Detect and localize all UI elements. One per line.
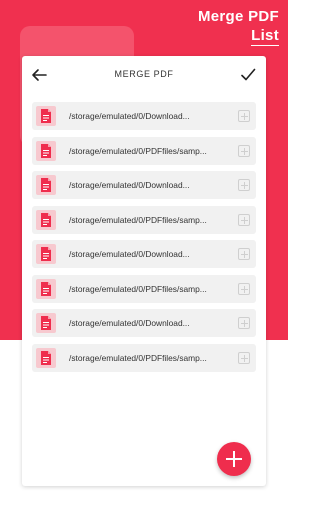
list-item[interactable]: /storage/emulated/0/Download...	[32, 309, 256, 337]
file-path: /storage/emulated/0/Download...	[69, 180, 190, 190]
file-path: /storage/emulated/0/PDFfiles/samp...	[69, 145, 207, 156]
file-path: /storage/emulated/0/Download...	[69, 318, 190, 328]
pdf-file-icon	[36, 175, 56, 195]
add-box-icon[interactable]	[238, 351, 250, 364]
add-box-icon[interactable]	[238, 110, 250, 122]
list-item[interactable]: /storage/emulated/0/PDFfiles/samp...	[32, 136, 256, 165]
pdf-file-icon	[36, 313, 56, 333]
add-box-icon[interactable]	[238, 144, 250, 157]
check-icon	[241, 68, 256, 81]
pdf-file-icon	[36, 106, 56, 126]
add-box-icon[interactable]	[238, 213, 250, 226]
page-title-line1: Merge PDF	[197, 8, 279, 25]
list-item[interactable]: /storage/emulated/0/Download...	[32, 102, 256, 130]
list-item[interactable]: /storage/emulated/0/PDFfiles/samp...	[32, 343, 256, 372]
list-item[interactable]: /storage/emulated/0/Download...	[32, 240, 256, 268]
file-path: /storage/emulated/0/PDFfiles/samp...	[69, 352, 207, 363]
file-path: /storage/emulated/0/PDFfiles/samp...	[69, 214, 207, 225]
add-box-icon[interactable]	[238, 282, 250, 295]
list-item[interactable]: /storage/emulated/0/PDFfiles/samp...	[32, 274, 256, 303]
add-box-icon[interactable]	[238, 179, 250, 191]
page-title-line2: List	[251, 27, 279, 46]
file-path: /storage/emulated/0/Download...	[69, 111, 190, 121]
file-list: /storage/emulated/0/Download... /storage/…	[32, 102, 256, 378]
list-item[interactable]: /storage/emulated/0/PDFfiles/samp...	[32, 205, 256, 234]
pdf-file-icon	[36, 347, 56, 368]
merge-pdf-card: MERGE PDF /storage/emulated/0/Download..…	[22, 56, 266, 486]
page-title: Merge PDF List	[198, 7, 279, 46]
app-bar-title: MERGE PDF	[114, 69, 174, 79]
list-item[interactable]: /storage/emulated/0/Download...	[32, 171, 256, 199]
file-path: /storage/emulated/0/PDFfiles/samp...	[69, 283, 207, 294]
app-bar: MERGE PDF	[22, 56, 266, 94]
confirm-button[interactable]	[239, 66, 257, 84]
pdf-file-icon	[36, 140, 56, 161]
file-path: /storage/emulated/0/Download...	[69, 249, 190, 259]
pdf-file-icon	[36, 278, 56, 299]
add-box-icon[interactable]	[238, 248, 250, 260]
add-file-button[interactable]	[217, 442, 251, 476]
pdf-file-icon	[36, 244, 56, 264]
add-box-icon[interactable]	[238, 317, 250, 329]
pdf-file-icon	[36, 209, 56, 230]
